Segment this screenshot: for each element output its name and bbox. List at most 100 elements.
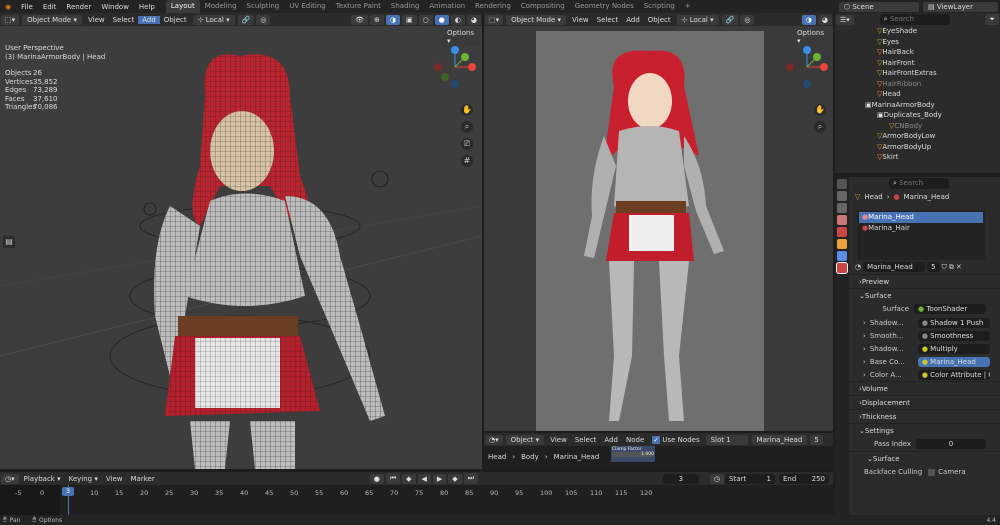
tab-layout[interactable]: Layout	[165, 0, 200, 13]
modifier-tab-icon[interactable]	[837, 251, 847, 261]
menu-window[interactable]: Window	[96, 3, 134, 11]
world-tab-icon[interactable]	[837, 227, 847, 237]
outliner-item[interactable]: ▽ HairFront	[835, 58, 1000, 69]
breadcrumb-body[interactable]: Body	[521, 453, 539, 461]
snap-icon[interactable]: 🔗	[237, 14, 255, 25]
panel-displacement[interactable]: › Displacement	[849, 395, 1000, 409]
slot-dropdown[interactable]: Slot 1	[705, 434, 748, 445]
right-menu-object[interactable]: Object	[644, 16, 675, 24]
clock-icon[interactable]: ◷	[709, 473, 724, 484]
jump-end-icon[interactable]: ⏭	[463, 473, 478, 484]
panel-settings[interactable]: ⌄ Settings	[849, 423, 1000, 437]
outliner-item[interactable]: ▽ HairFrontExtras	[835, 68, 1000, 79]
timeline-menu-keying[interactable]: Keying ▾	[65, 475, 102, 483]
right-navigation-gizmo[interactable]	[782, 42, 832, 92]
outliner-item[interactable]: ▽ ArmorBodyLow	[835, 131, 1000, 142]
right-zoom-icon[interactable]: ⌕	[814, 121, 826, 133]
hand-pan-icon[interactable]: ✋	[461, 104, 473, 116]
menu-select[interactable]: Select	[109, 16, 139, 24]
menu-add[interactable]: Add	[138, 15, 160, 24]
add-workspace-button[interactable]: +	[680, 0, 696, 13]
breadcrumb-head[interactable]: Head	[488, 453, 506, 461]
outliner-type-icon[interactable]: ☰▾	[836, 14, 854, 25]
surface-shader-field[interactable]: ● ToonShader	[914, 304, 986, 314]
shader-input-field[interactable]: ● Smoothness	[917, 330, 990, 341]
outliner-item-head[interactable]: ▽ Head	[835, 89, 1000, 100]
right-menu-view[interactable]: View	[568, 16, 593, 24]
menu-edit[interactable]: Edit	[38, 3, 62, 11]
timeline-menu-view[interactable]: View	[102, 475, 127, 483]
duplicate-icon[interactable]: ⧉	[949, 263, 954, 272]
unlink-icon[interactable]: ✕	[956, 263, 962, 271]
prev-key-icon[interactable]: ◆	[402, 473, 416, 484]
camera-icon[interactable]: ⎚	[461, 138, 473, 150]
fake-user-icon[interactable]: ⛉	[942, 263, 947, 272]
object-tab-icon[interactable]	[837, 239, 847, 249]
outliner-item[interactable]: ▽ Eyes	[835, 37, 1000, 48]
tab-uv-editing[interactable]: UV Editing	[284, 0, 331, 13]
right-proportional-icon[interactable]: ◎	[740, 14, 755, 25]
menu-view[interactable]: View	[84, 16, 109, 24]
right-menu-add[interactable]: Add	[622, 16, 644, 24]
view-layer-selector[interactable]: ▤ ViewLayer	[923, 1, 998, 12]
output-tab-icon[interactable]	[837, 203, 847, 213]
node-menu-add[interactable]: Add	[600, 436, 622, 444]
zoom-icon[interactable]: ⌕	[461, 121, 473, 133]
node-editor-canvas[interactable]: Head › Body › Marina_Head Clamp Factor 1…	[484, 446, 833, 469]
node-menu-select[interactable]: Select	[571, 436, 601, 444]
blender-logo-icon[interactable]: ◉	[0, 3, 16, 11]
editor-type-icon[interactable]: ⬚▾	[1, 14, 20, 25]
right-snap-icon[interactable]: 🔗	[721, 14, 739, 25]
properties-search[interactable]: ⌕ Search	[889, 178, 949, 189]
tab-texture-paint[interactable]: Texture Paint	[331, 0, 386, 13]
shading-rendered-icon[interactable]: ◕	[466, 14, 481, 25]
material-dropdown[interactable]: Marina_Head	[751, 434, 808, 445]
right-hand-pan-icon[interactable]: ✋	[814, 104, 826, 116]
render-tab-icon[interactable]	[837, 191, 847, 201]
timeline-menu-marker[interactable]: Marker	[127, 475, 159, 483]
outliner-item[interactable]: ▽ EyeShade	[835, 26, 1000, 37]
outliner-item[interactable]: ▽ HairRibbon	[835, 79, 1000, 90]
playhead-frame-badge[interactable]: 3	[62, 487, 74, 496]
outliner-item[interactable]: ▽ HairBack	[835, 47, 1000, 58]
node-value[interactable]: 1.000	[612, 452, 654, 457]
outliner-collection[interactable]: ▣ Duplicates_Body	[835, 110, 1000, 121]
pass-index-field[interactable]: 0	[916, 439, 986, 449]
menu-render[interactable]: Render	[61, 3, 96, 11]
right-shading-icon[interactable]: ◕	[817, 14, 832, 25]
panel-thickness[interactable]: › Thickness	[849, 409, 1000, 423]
wireframe-character-canvas[interactable]	[0, 26, 482, 469]
outliner-item[interactable]: ▽ Skirt	[835, 152, 1000, 163]
play-reverse-icon[interactable]: ◀	[417, 473, 431, 484]
mode-dropdown[interactable]: Object Mode ▾	[22, 14, 82, 25]
material-users-field[interactable]: 5	[927, 262, 940, 272]
end-frame-field[interactable]: End 250	[779, 473, 829, 484]
panel-surface[interactable]: ⌄ Surface	[849, 288, 1000, 302]
shader-input-field[interactable]: ● Shadow 1 Push	[917, 317, 990, 328]
outliner-item[interactable]: ▽ CNBody	[835, 121, 1000, 132]
proportional-edit-icon[interactable]: ◎	[256, 14, 271, 25]
node-type-dropdown[interactable]: Object ▾	[505, 434, 545, 445]
right-transform-dropdown[interactable]: ⊹ Local ▾	[676, 14, 719, 25]
scene-selector[interactable]: ⬡ Scene	[839, 1, 919, 12]
right-mode-dropdown[interactable]: Object Mode ▾	[506, 14, 566, 25]
timeline-menu-playback[interactable]: Playback ▾	[20, 475, 65, 483]
material-sphere-icon[interactable]: ◔	[855, 263, 861, 271]
auto-key-icon[interactable]: ●	[369, 473, 384, 484]
gizmo-icon[interactable]: ⊕	[369, 14, 384, 25]
tab-rendering[interactable]: Rendering	[470, 0, 516, 13]
material-slot[interactable]: ● Marina_Hair	[859, 223, 983, 234]
outliner-search[interactable]: ⌕ Search	[879, 14, 950, 25]
play-icon[interactable]: ▶	[432, 473, 447, 484]
camera-checkbox[interactable]	[928, 468, 936, 476]
grid-ortho-icon[interactable]: #	[461, 155, 473, 167]
node-menu-node[interactable]: Node	[622, 436, 648, 444]
panel-surface-settings[interactable]: ⌄ Surface	[849, 451, 1000, 465]
xray-icon[interactable]: ▣	[401, 14, 417, 25]
use-nodes-checkbox[interactable]: ✓ Use Nodes	[648, 435, 703, 444]
right-overlay-icon[interactable]: ◑	[801, 14, 816, 25]
panel-preview[interactable]: › Preview	[849, 274, 1000, 288]
start-frame-field[interactable]: Start 1	[725, 473, 775, 484]
menu-help[interactable]: Help	[134, 3, 160, 11]
menu-file[interactable]: File	[16, 3, 38, 11]
